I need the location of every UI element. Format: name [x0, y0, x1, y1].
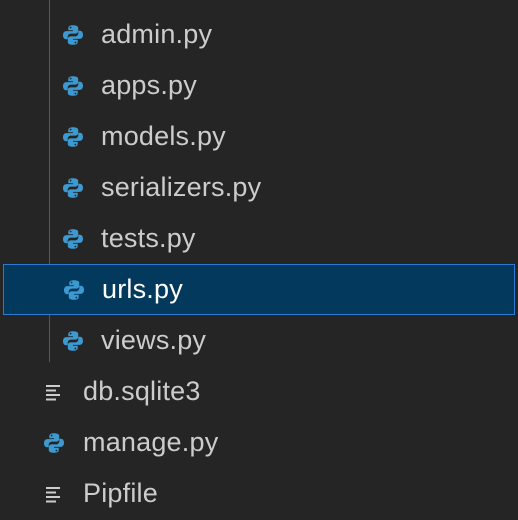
- python-icon: [60, 124, 86, 150]
- tree-item-label: urls.py: [102, 273, 183, 304]
- tree-item-views-py[interactable]: views.py: [0, 315, 518, 366]
- tree-item-admin-py[interactable]: admin.py: [0, 9, 518, 60]
- text-file-icon: [41, 379, 67, 405]
- python-icon: [60, 73, 86, 99]
- python-icon: [61, 277, 87, 303]
- tree-item-urls-py[interactable]: urls.py: [3, 264, 515, 315]
- tree-item-label: admin.py: [101, 18, 213, 49]
- tree-item-label: models.py: [101, 120, 226, 151]
- python-icon: [60, 226, 86, 252]
- tree-item-models-py[interactable]: models.py: [0, 111, 518, 162]
- file-tree: admin.py apps.py models.py serializers.p…: [0, 9, 518, 519]
- python-icon: [41, 430, 67, 456]
- tree-item-label: db.sqlite3: [83, 375, 201, 406]
- python-icon: [60, 328, 86, 354]
- tree-item-label: views.py: [101, 324, 207, 355]
- tree-item-label: apps.py: [101, 69, 197, 100]
- tree-item-pipfile[interactable]: Pipfile: [0, 468, 518, 519]
- tree-item-manage-py[interactable]: manage.py: [0, 417, 518, 468]
- tree-item-label: tests.py: [101, 222, 196, 253]
- tree-item-db-sqlite3[interactable]: db.sqlite3: [0, 366, 518, 417]
- tree-item-label: serializers.py: [101, 171, 262, 202]
- tree-item-label: manage.py: [83, 426, 219, 457]
- python-icon: [60, 22, 86, 48]
- tree-item-serializers-py[interactable]: serializers.py: [0, 162, 518, 213]
- python-icon: [60, 175, 86, 201]
- tree-item-apps-py[interactable]: apps.py: [0, 60, 518, 111]
- tree-item-tests-py[interactable]: tests.py: [0, 213, 518, 264]
- text-file-icon: [41, 481, 67, 507]
- file-explorer: admin.py apps.py models.py serializers.p…: [0, 0, 518, 520]
- tree-item-label: Pipfile: [83, 477, 158, 508]
